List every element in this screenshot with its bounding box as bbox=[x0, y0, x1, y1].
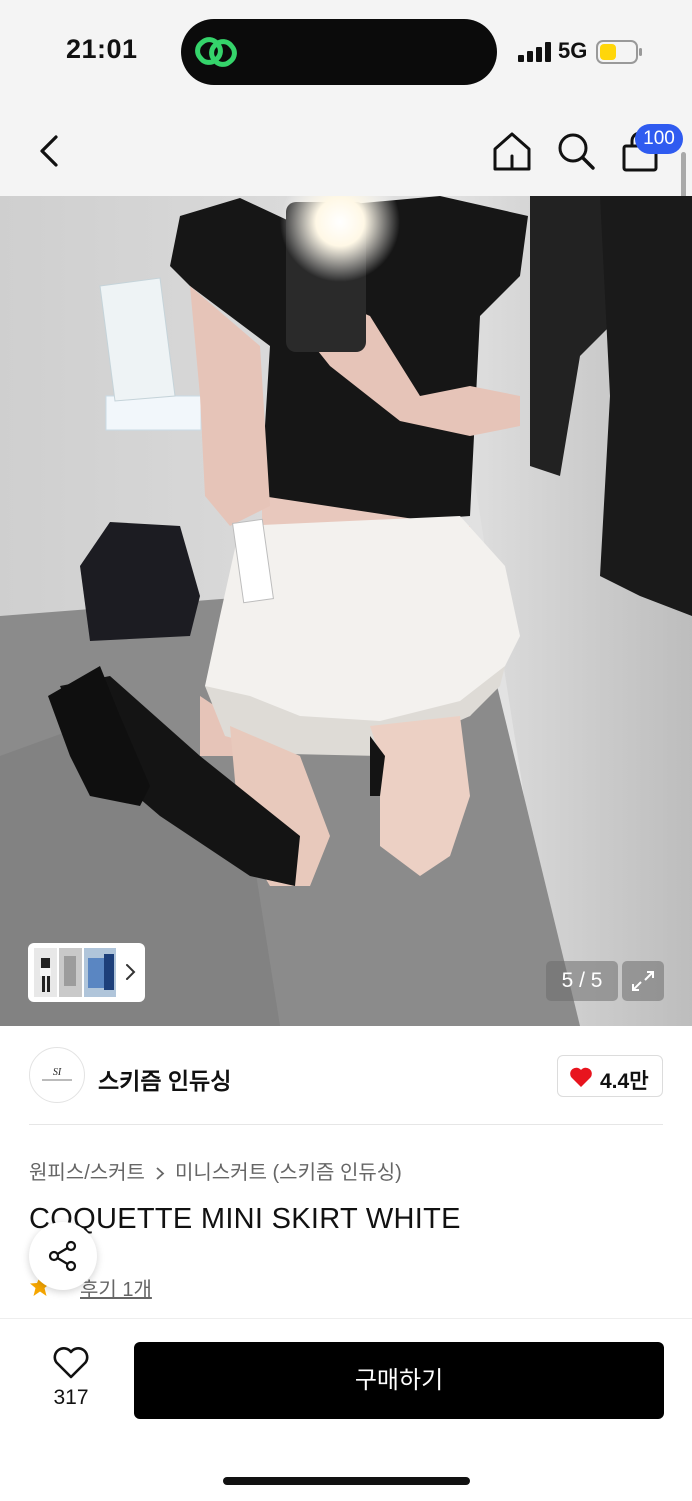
breadcrumb-category[interactable]: 원피스/스커트 bbox=[29, 1162, 145, 1184]
back-arrow-icon[interactable] bbox=[30, 131, 68, 171]
network-type: 5G bbox=[558, 38, 588, 63]
thumbnail-image[interactable] bbox=[84, 948, 116, 997]
divider bbox=[29, 1124, 663, 1125]
image-counter: 5 / 5 bbox=[546, 961, 618, 1001]
link-icon bbox=[195, 37, 237, 67]
chevron-right-icon bbox=[156, 1167, 165, 1180]
share-button[interactable] bbox=[29, 1222, 97, 1290]
product-title: COQUETTE MINI SKIRT WHITE bbox=[29, 1203, 461, 1235]
chevron-right-icon bbox=[126, 964, 136, 980]
expand-button[interactable] bbox=[622, 961, 664, 1001]
battery-icon bbox=[596, 40, 642, 64]
signal-icon bbox=[518, 42, 551, 62]
home-indicator bbox=[223, 1477, 470, 1485]
status-time: 21:01 bbox=[66, 34, 138, 64]
cart-count-badge: 100 bbox=[635, 124, 683, 154]
dynamic-island bbox=[181, 19, 497, 85]
share-icon bbox=[48, 1240, 77, 1272]
product-image[interactable] bbox=[0, 196, 692, 1026]
store-like-button[interactable]: 4.4만 bbox=[557, 1055, 663, 1097]
search-icon[interactable] bbox=[555, 129, 597, 173]
thumbnail-image[interactable] bbox=[34, 948, 57, 997]
store-row: SI 스키즘 인듀싱 4.4만 bbox=[0, 1028, 692, 1124]
top-navigation bbox=[0, 105, 692, 196]
breadcrumb: 원피스/스커트 미니스커트 (스키즘 인듀싱) bbox=[29, 1156, 402, 1185]
store-logo[interactable]: SI bbox=[29, 1047, 85, 1103]
store-like-count: 4.4만 bbox=[600, 1070, 649, 1093]
expand-icon bbox=[632, 971, 654, 991]
home-icon[interactable] bbox=[491, 129, 533, 173]
wishlist-count: 317 bbox=[53, 1386, 89, 1409]
review-link[interactable]: 후기 1개 bbox=[80, 1273, 152, 1302]
breadcrumb-subcategory[interactable]: 미니스커트 (스키즘 인듀싱) bbox=[175, 1162, 402, 1184]
status-bar: 21:01 5G bbox=[0, 0, 692, 105]
heart-outline-icon bbox=[53, 1347, 89, 1379]
buy-button[interactable]: 구매하기 bbox=[134, 1342, 664, 1419]
store-name[interactable]: 스키즘 인듀싱 bbox=[98, 1062, 231, 1096]
svg-text:SI: SI bbox=[53, 1067, 62, 1078]
thumbnail-image[interactable] bbox=[59, 948, 82, 997]
gallery-thumbnails[interactable] bbox=[28, 943, 145, 1002]
heart-icon bbox=[570, 1067, 592, 1087]
wishlist-button[interactable]: 317 bbox=[40, 1346, 102, 1414]
